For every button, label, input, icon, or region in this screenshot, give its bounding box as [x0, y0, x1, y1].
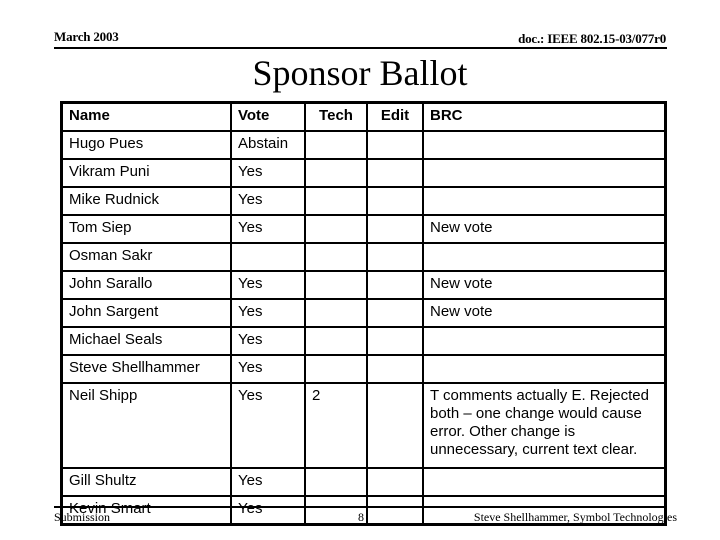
cell-vote: Yes — [230, 326, 306, 356]
cell-vote: Yes — [230, 495, 306, 526]
table-row: Vikram Puni Yes — [60, 158, 667, 188]
header-date: March 2003 — [54, 29, 119, 44]
cell-brc: New vote — [422, 270, 667, 300]
cell-tech — [304, 130, 368, 160]
table-row: Hugo Pues Abstain — [60, 130, 667, 160]
cell-tech — [304, 354, 368, 384]
table-body: Hugo Pues Abstain Vikram Puni Yes Mike Rudni… — [60, 130, 667, 526]
cell-edit — [366, 326, 424, 356]
cell-edit — [366, 186, 424, 216]
cell-name: Michael Seals — [60, 326, 232, 356]
column-header-edit: Edit — [366, 101, 424, 132]
cell-brc — [422, 354, 667, 384]
cell-vote: Yes — [230, 467, 306, 497]
cell-name: Mike Rudnick — [60, 186, 232, 216]
cell-edit — [366, 270, 424, 300]
cell-brc: T comments actually E. Rejected both – o… — [422, 382, 667, 469]
cell-name: Hugo Pues — [60, 130, 232, 160]
cell-edit — [366, 130, 424, 160]
cell-tech — [304, 186, 368, 216]
cell-tech: 2 — [304, 382, 368, 469]
column-header-brc: BRC — [422, 101, 667, 132]
cell-brc — [422, 467, 667, 497]
footer-submission: Submission — [54, 510, 111, 524]
ballot-table: Name Vote Tech Edit BRC Hugo Pues Abstain… — [60, 101, 667, 526]
cell-brc: New vote — [422, 298, 667, 328]
table-row: Michael Seals Yes — [60, 326, 667, 356]
cell-edit — [366, 495, 424, 526]
cell-name: John Sargent — [60, 298, 232, 328]
cell-name: Tom Siep — [60, 214, 232, 244]
cell-edit — [366, 214, 424, 244]
cell-edit — [366, 242, 424, 272]
slide-title: Sponsor Ballot — [252, 53, 468, 93]
cell-name: Osman Sakr — [60, 242, 232, 272]
table-row: Mike Rudnick Yes — [60, 186, 667, 216]
cell-name: John Sarallo — [60, 270, 232, 300]
cell-vote: Yes — [230, 186, 306, 216]
cell-tech — [304, 326, 368, 356]
table-row: Osman Sakr — [60, 242, 667, 272]
cell-tech — [304, 467, 368, 497]
header-divider — [54, 47, 667, 49]
column-header-tech: Tech — [304, 101, 368, 132]
table-row: Gill Shultz Yes — [60, 467, 667, 497]
cell-tech — [304, 270, 368, 300]
cell-name: Gill Shultz — [60, 467, 232, 497]
header-doc-id: doc.: IEEE 802.15-03/077r0 — [518, 31, 666, 46]
table-row: John Sargent Yes New vote — [60, 298, 667, 328]
cell-name: Neil Shipp — [60, 382, 232, 469]
cell-vote: Yes — [230, 158, 306, 188]
cell-vote: Abstain — [230, 130, 306, 160]
cell-vote: Yes — [230, 214, 306, 244]
cell-edit — [366, 382, 424, 469]
column-header-vote: Vote — [230, 101, 306, 132]
cell-edit — [366, 158, 424, 188]
cell-tech — [304, 158, 368, 188]
page-number: 8 — [358, 510, 364, 524]
table-row: John Sarallo Yes New vote — [60, 270, 667, 300]
cell-brc — [422, 158, 667, 188]
cell-vote — [230, 242, 306, 272]
cell-tech — [304, 298, 368, 328]
table-row: Tom Siep Yes New vote — [60, 214, 667, 244]
cell-tech — [304, 242, 368, 272]
cell-edit — [366, 298, 424, 328]
cell-vote: Yes — [230, 354, 306, 384]
cell-edit — [366, 354, 424, 384]
cell-brc — [422, 130, 667, 160]
cell-brc — [422, 186, 667, 216]
table-row: Steve Shellhammer Yes — [60, 354, 667, 384]
table-header-row: Name Vote Tech Edit BRC — [60, 101, 667, 132]
cell-vote: Yes — [230, 270, 306, 300]
table-row: Neil Shipp Yes 2 T comments actually E. Rej… — [60, 382, 667, 469]
cell-edit — [366, 467, 424, 497]
footer-author: Steve Shellhammer, Symbol Technologies — [473, 510, 677, 524]
cell-vote: Yes — [230, 382, 306, 469]
cell-brc — [422, 326, 667, 356]
cell-name: Steve Shellhammer — [60, 354, 232, 384]
cell-vote: Yes — [230, 298, 306, 328]
footer-divider — [54, 506, 667, 508]
column-header-name: Name — [60, 101, 232, 132]
cell-brc: New vote — [422, 214, 667, 244]
cell-tech — [304, 214, 368, 244]
cell-name: Vikram Puni — [60, 158, 232, 188]
cell-brc — [422, 242, 667, 272]
